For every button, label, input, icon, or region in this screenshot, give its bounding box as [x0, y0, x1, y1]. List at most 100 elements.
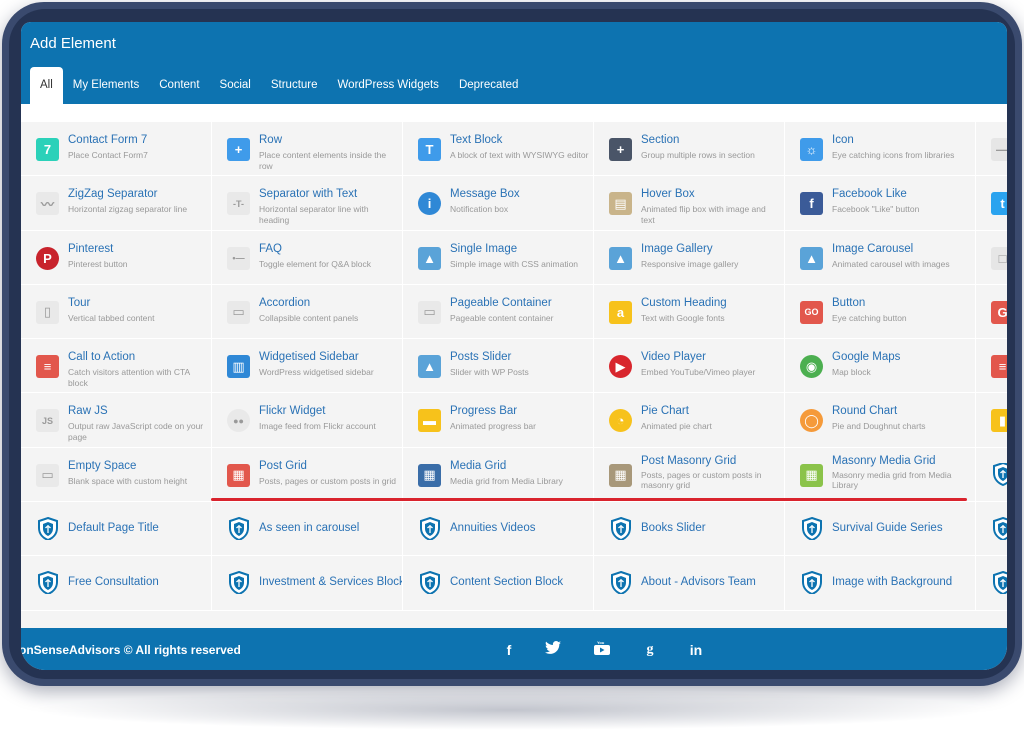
element-description: Posts, pages or custom posts in grid [259, 475, 397, 486]
element-tile[interactable]: ▦ Post Masonry Grid Posts, pages or custom… [594, 447, 785, 503]
tab-deprecated[interactable]: Deprecated [449, 67, 528, 104]
element-tile[interactable]: ▤ Hover Box Animated flip box with image a… [594, 176, 785, 231]
element-tile[interactable]: ▯ Tour Vertical tabbed content [21, 284, 212, 340]
element-tile[interactable]: Annuities Videos [403, 502, 594, 557]
facebook-icon[interactable]: f [499, 640, 519, 660]
element-tile[interactable]: ▭ Accordion Collapsible content panels [212, 284, 403, 340]
element-tile[interactable]: JS Raw JS Output raw JavaScript code on yo… [21, 393, 212, 448]
element-tile[interactable]: ▲ Image Carousel Animated carousel with im… [785, 230, 976, 285]
element-tile[interactable]: 7 Contact Form 7 Place Contact Form7 [21, 122, 212, 177]
element-description: Image feed from Flickr account [259, 421, 376, 432]
element-description: Facebook "Like" button [832, 204, 920, 215]
element-tile[interactable]: i Message Box Notification box [403, 176, 594, 231]
element-description: Group multiple rows in section [641, 150, 755, 160]
twitter-icon[interactable] [543, 640, 563, 660]
element-tile[interactable]: -T- Separator with Text Horizontal separat… [212, 176, 403, 231]
element-name: Accordion [259, 296, 311, 309]
youtube-icon[interactable]: You [592, 640, 612, 660]
element-tile[interactable]: P Pinterest Pinterest button [21, 230, 212, 285]
element-tile[interactable]: + Row Place content elements inside the ro… [212, 122, 403, 177]
tab-all[interactable]: All [30, 67, 63, 104]
linkedin-icon[interactable]: in [686, 640, 706, 660]
element-tile[interactable]: ◔ Pie Chart Animated pie chart [594, 393, 785, 448]
element-tile[interactable]: + Section Group multiple rows in section [594, 122, 785, 177]
element-name: As seen in carousel [259, 522, 360, 535]
element-tile[interactable]: Survival Guide Series [785, 502, 976, 557]
tab-bar: All My Elements Content Social Structure… [30, 67, 528, 104]
element-tile[interactable]: Investment & Services Block [212, 556, 403, 611]
shield-logo-icon [800, 571, 823, 595]
element-tile[interactable]: ◯ Round Chart Pie and Doughnut charts [785, 393, 976, 448]
element-name: Widgetised Sidebar [259, 351, 359, 364]
element-tile[interactable]: — [976, 122, 1007, 177]
element-name: Image with Background [832, 576, 953, 589]
element-tile[interactable]: ▥ Widgetised Sidebar WordPress widgetised … [212, 339, 403, 394]
element-description: Masonry media grid from Media Library [832, 469, 952, 491]
element-tile[interactable]: ▲ Image Gallery Responsive image gallery [594, 230, 785, 285]
element-tile[interactable]: ▦ Masonry Media Grid Masonry media grid fr… [785, 447, 976, 503]
section-plus-icon: + [609, 138, 632, 161]
element-tile[interactable]: Image with Background [785, 556, 976, 611]
go-button-icon: G [991, 300, 1007, 324]
element-tile[interactable]: f Facebook Like Facebook "Like" button [785, 176, 976, 231]
element-tile[interactable]: ◉ Google Maps Map block [785, 339, 976, 394]
shield-logo-icon [991, 517, 1007, 541]
element-tile[interactable]: About - Advisors Team [594, 556, 785, 611]
tab-social[interactable]: Social [210, 67, 261, 104]
element-name: Free Consultation [68, 576, 159, 589]
element-tile[interactable]: ▭ Empty Space Blank space with custom heig… [21, 447, 212, 503]
separator-icon: — [991, 138, 1007, 161]
element-tile[interactable]: Books Slider [594, 502, 785, 557]
tab-structure[interactable]: Structure [261, 67, 328, 104]
element-tile[interactable]: a Custom Heading Text with Google fonts [594, 284, 785, 340]
element-tile[interactable]: GO Button Eye catching button [785, 284, 976, 340]
element-tile[interactable]: ▦ Media Grid Media grid from Media Library [403, 447, 594, 503]
element-tile[interactable]: ≡ [976, 339, 1007, 394]
shield-logo-icon [609, 517, 632, 541]
element-description: Output raw JavaScript code on your page [68, 421, 204, 442]
element-tile[interactable]: Content Section Block [403, 556, 594, 611]
element-tile[interactable]: Default Page Title [21, 502, 212, 557]
element-tile[interactable]: ≡ Call to Action Catch visitors attention … [21, 339, 212, 394]
image-carousel-icon: ▲ [800, 246, 823, 270]
element-description: Embed YouTube/Vimeo player [641, 367, 756, 378]
play-icon: ▶ [609, 355, 632, 379]
element-tile[interactable] [976, 447, 1007, 503]
image-icon: ▲ [418, 246, 441, 270]
element-name: Single Image [450, 242, 518, 255]
element-tile[interactable]: ▭ Pageable Container Pageable content cont… [403, 284, 594, 340]
element-tile[interactable] [976, 502, 1007, 557]
tab-content[interactable]: Content [149, 67, 209, 104]
element-description: Pie and Doughnut charts [832, 421, 926, 432]
tab-my-elements[interactable]: My Elements [63, 67, 149, 104]
element-tile[interactable]: G [976, 284, 1007, 340]
element-tile[interactable]: ▶ Video Player Embed YouTube/Vimeo player [594, 339, 785, 394]
element-tile[interactable]: ▮ [976, 393, 1007, 448]
element-description: Horizontal separator line with heading [259, 204, 369, 225]
element-tile[interactable]: Free Consultation [21, 556, 212, 611]
call-to-action-icon: ≡ [36, 355, 59, 379]
element-tile[interactable]: ▲ Posts Slider Slider with WP Posts [403, 339, 594, 394]
element-tile[interactable]: t [976, 176, 1007, 231]
element-tile[interactable]: □ [976, 230, 1007, 285]
element-tile[interactable]: ●● Flickr Widget Image feed from Flickr ac… [212, 393, 403, 448]
masonry-media-grid-icon: ▦ [800, 463, 823, 487]
element-tile[interactable]: ▲ Single Image Simple image with CSS anima… [403, 230, 594, 285]
element-name: Message Box [450, 188, 520, 201]
google-icon[interactable]: g [640, 640, 660, 660]
element-tile[interactable]: ▦ Post Grid Posts, pages or custom posts i… [212, 447, 403, 503]
element-name: Separator with Text [259, 188, 358, 201]
panel-spacer [21, 104, 1007, 122]
element-tile[interactable]: •— FAQ Toggle element for Q&A block [212, 230, 403, 285]
element-tile[interactable]: As seen in carousel [212, 502, 403, 557]
tab-wordpress-widgets[interactable]: WordPress Widgets [328, 67, 449, 104]
element-description: Slider with WP Posts [450, 367, 529, 378]
element-tile[interactable]: ☼ Icon Eye catching icons from libraries [785, 122, 976, 177]
element-tile[interactable] [976, 556, 1007, 611]
raw-js-icon: JS [36, 409, 59, 433]
element-name: FAQ [259, 242, 283, 255]
element-tile[interactable]: 〰 ZigZag Separator Horizontal zigzag separ… [21, 176, 212, 231]
element-tile[interactable]: T Text Block A block of text with WYSIWYG … [403, 122, 594, 177]
post-masonry-grid-icon: ▦ [609, 463, 632, 487]
element-tile[interactable]: ▬ Progress Bar Animated progress bar [403, 393, 594, 448]
